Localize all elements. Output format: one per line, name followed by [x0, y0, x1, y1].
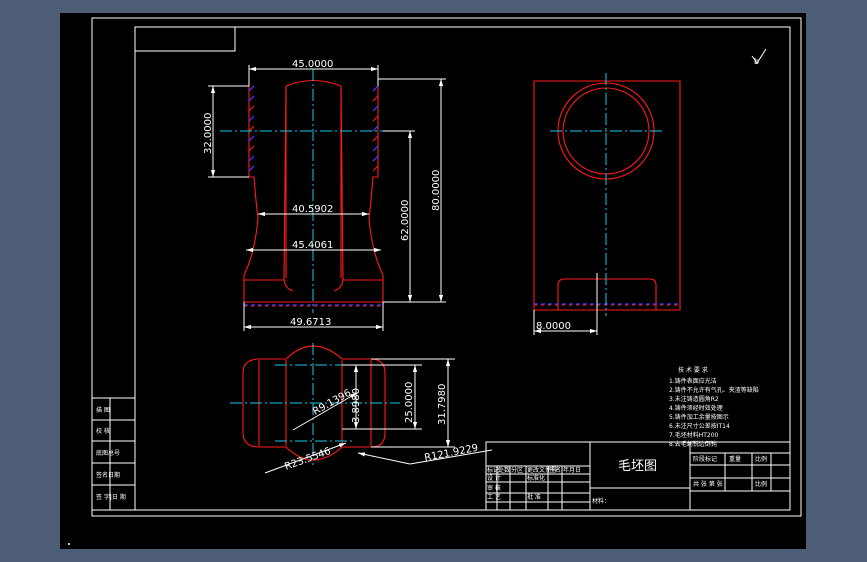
dim-side-offset: 8.0000: [536, 321, 571, 332]
technical-notes: 技 术 要 求 1.铸件表面应光洁 2.铸件不允许有气孔、夹渣等缺陷 3.未注铸…: [669, 366, 759, 448]
dim-radius-r121: R121.9229: [423, 443, 479, 464]
material-label: 材料：: [592, 497, 610, 505]
tb-weight-label: 重量: [729, 455, 741, 463]
tb-header-2: 分区: [511, 466, 523, 474]
left-table-row-3: 签名日期: [96, 471, 120, 479]
tb-scale-label: 比例: [755, 480, 767, 488]
tb-row2-col0: 工 艺: [487, 493, 501, 501]
notes-line-4: 5.铸件加工余量按图示: [669, 413, 729, 421]
tb-sheet-text: 共 张 第 张: [693, 480, 723, 488]
top-left-box: [134, 26, 236, 52]
notes-line-6: 7.毛坯材料HT200: [669, 431, 719, 439]
tb-ratio-label: 比例: [755, 455, 767, 463]
drawing-title: 毛坯图: [618, 459, 657, 474]
tb-row2-col2: 批 准: [527, 493, 541, 501]
dim-height-80: 80.0000: [431, 170, 442, 211]
dim-neck-width: 40.5902: [292, 204, 333, 215]
notes-heading: 技 术 要 求: [678, 366, 708, 374]
tb-row0-col2: 标准化: [527, 474, 545, 482]
dim-top-h3: 31.7980: [437, 384, 448, 425]
roughness-symbol: b: [751, 48, 767, 66]
tb-header-5: 年月日: [563, 466, 581, 474]
left-side-table: 描 图 校 核 底图总号 签名日期 签 字|日 期: [91, 397, 136, 511]
title-block: 标记 处数 分区 更改文件号 签名 年月日 设 计 标准化 审 核 工 艺 批 …: [485, 441, 791, 511]
dim-radius-r23: R23.5546: [283, 446, 332, 473]
tb-stage-label: 阶段标记: [693, 455, 717, 463]
notes-line-1: 2.铸件不允许有气孔、夹渣等缺陷: [669, 386, 759, 394]
hatch-right: [372, 85, 379, 172]
dim-left-height: 32.0000: [203, 113, 214, 154]
dim-mid-width: 45.4061: [292, 240, 333, 251]
hatch-left: [248, 85, 255, 172]
tb-row0-col0: 设 计: [487, 474, 501, 482]
front-view: 45.0000 32.0000 40.5902 45.4061 49.6713 …: [203, 59, 446, 331]
left-table-row-4: 签 字|日 期: [96, 493, 126, 501]
top-view: 3.8980 25.0000 31.7980 R9.1396 R23.5546 …: [230, 343, 493, 474]
tb-header-4: 签名: [549, 466, 561, 474]
left-table-row-1: 校 核: [96, 427, 110, 435]
notes-line-7: 8.去毛刺锐边倒钝: [669, 440, 717, 448]
left-table-row-2: 底图总号: [96, 449, 120, 457]
roughness-mark: b: [754, 57, 759, 66]
origin-dot: [68, 543, 70, 545]
dim-height-62: 62.0000: [400, 200, 411, 241]
left-table-row-0: 描 图: [96, 406, 110, 414]
notes-line-3: 4.铸件须经时效处理: [669, 404, 723, 412]
tb-row1-col0: 审 核: [487, 484, 501, 492]
notes-line-0: 1.铸件表面应光洁: [669, 377, 717, 385]
side-view: 8.0000: [533, 73, 681, 335]
dim-top-h2: 25.0000: [404, 382, 415, 423]
notes-line-2: 3.未注铸造圆角R2: [669, 395, 719, 403]
tb-header-1: 处数: [498, 466, 510, 474]
dim-base-width: 49.6713: [290, 317, 331, 328]
cad-drawing: 描 图 校 核 底图总号 签名日期 签 字|日 期 b 45.0000 32.0…: [68, 17, 802, 545]
drawing-canvas: 描 图 校 核 底图总号 签名日期 签 字|日 期 b 45.0000 32.0…: [60, 13, 806, 549]
notes-line-5: 6.未注尺寸公差按IT14: [669, 422, 730, 430]
dim-top-width: 45.0000: [292, 59, 333, 70]
